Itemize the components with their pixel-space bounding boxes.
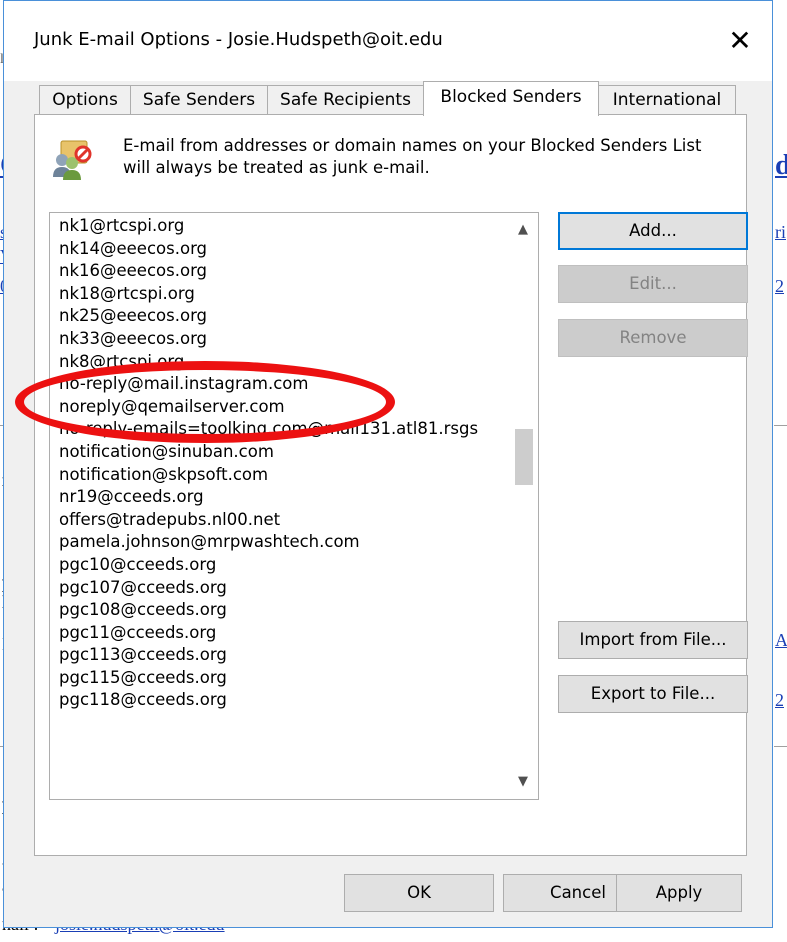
blocked-sender-item[interactable]: notification@skpsoft.com bbox=[59, 464, 529, 487]
tab-international[interactable]: International bbox=[598, 85, 736, 115]
highlight-annotation-ellipse bbox=[15, 361, 395, 443]
blocked-sender-item[interactable]: nk33@eeecos.org bbox=[59, 328, 529, 351]
blocked-senders-list[interactable]: nk1@rtcspi.org nk14@eeecos.org nk16@eeecos… bbox=[49, 212, 539, 800]
tab-safe-recipients[interactable]: Safe Recipients bbox=[267, 85, 424, 115]
ok-button[interactable]: OK bbox=[344, 874, 494, 912]
background-link-fragment: A bbox=[775, 630, 787, 650]
edit-button[interactable]: Edit... bbox=[558, 265, 748, 303]
tab-options[interactable]: Options bbox=[39, 85, 131, 115]
blocked-sender-item[interactable]: offers@tradepubs.nl00.net bbox=[59, 509, 529, 532]
blocked-senders-list-items: nk1@rtcspi.org nk14@eeecos.org nk16@eeecos… bbox=[59, 215, 529, 712]
blocked-sender-item[interactable]: pgc113@cceeds.org bbox=[59, 644, 529, 667]
add-button[interactable]: Add... bbox=[558, 212, 748, 250]
scroll-thumb[interactable] bbox=[515, 429, 533, 485]
blocked-users-icon bbox=[53, 140, 92, 180]
background-divider bbox=[774, 746, 787, 747]
dialog-title: Junk E-mail Options - Josie.Hudspeth@oit… bbox=[34, 29, 443, 50]
blocked-senders-panel: E-mail from addresses or domain names on… bbox=[34, 114, 748, 856]
close-button[interactable]: ✕ bbox=[722, 23, 758, 59]
blocked-sender-item[interactable]: pamela.johnson@mrpwashtech.com bbox=[59, 531, 529, 554]
blocked-sender-item[interactable]: nk25@eeecos.org bbox=[59, 305, 529, 328]
blocked-sender-item[interactable]: nk18@rtcspi.org bbox=[59, 283, 529, 306]
scroll-down-arrow-icon[interactable]: ▼ bbox=[508, 769, 538, 795]
blocked-senders-description: E-mail from addresses or domain names on… bbox=[123, 136, 702, 177]
import-from-file-button[interactable]: Import from File... bbox=[558, 621, 748, 659]
list-scrollbar[interactable]: ▲ ▼ bbox=[508, 213, 538, 799]
blocked-sender-item[interactable]: pgc107@cceeds.org bbox=[59, 577, 529, 600]
blocked-sender-item[interactable]: nk1@rtcspi.org bbox=[59, 215, 529, 238]
blocked-sender-item[interactable]: pgc11@cceeds.org bbox=[59, 622, 529, 645]
background-link-fragment: d bbox=[775, 150, 787, 181]
export-to-file-button[interactable]: Export to File... bbox=[558, 675, 748, 713]
blocked-sender-item[interactable]: pgc118@cceeds.org bbox=[59, 689, 529, 712]
blocked-sender-item[interactable]: nr19@cceeds.org bbox=[59, 486, 529, 509]
blocked-sender-item[interactable]: pgc115@cceeds.org bbox=[59, 667, 529, 690]
apply-button[interactable]: Apply bbox=[616, 874, 742, 912]
blocked-sender-item[interactable]: notification@sinuban.com bbox=[59, 441, 529, 464]
scroll-up-arrow-icon[interactable]: ▲ bbox=[508, 217, 538, 243]
junk-email-options-dialog: Junk E-mail Options - Josie.Hudspeth@oit… bbox=[3, 0, 773, 928]
title-bar[interactable]: Junk E-mail Options - Josie.Hudspeth@oit… bbox=[4, 1, 772, 81]
blocked-sender-item[interactable]: pgc108@cceeds.org bbox=[59, 599, 529, 622]
background-link-fragment: ri bbox=[775, 222, 786, 242]
tab-blocked-senders[interactable]: Blocked Senders bbox=[423, 81, 599, 116]
blocked-sender-item[interactable]: pgc10@cceeds.org bbox=[59, 554, 529, 577]
background-link-fragment: 2 bbox=[775, 690, 784, 710]
blocked-sender-item[interactable]: nk16@eeecos.org bbox=[59, 260, 529, 283]
background-link-fragment: 2 bbox=[775, 276, 784, 296]
remove-button[interactable]: Remove bbox=[558, 319, 748, 357]
blocked-sender-item[interactable]: nk14@eeecos.org bbox=[59, 238, 529, 261]
tab-safe-senders[interactable]: Safe Senders bbox=[130, 85, 268, 115]
background-divider bbox=[774, 425, 787, 426]
